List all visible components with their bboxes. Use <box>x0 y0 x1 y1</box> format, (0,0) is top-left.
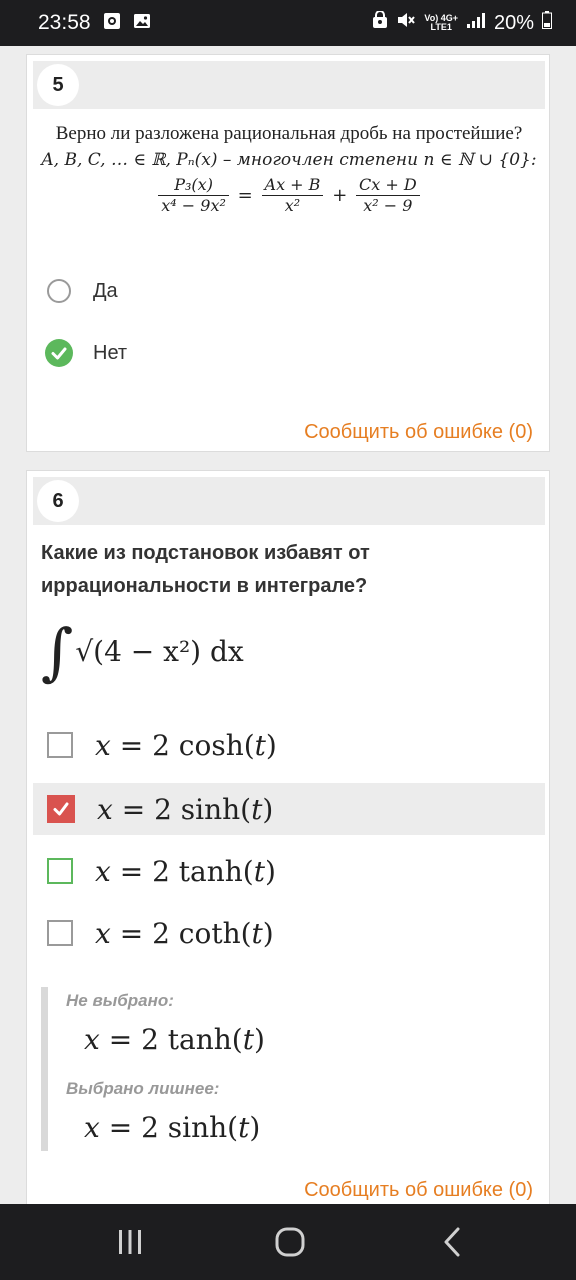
checkbox[interactable] <box>47 920 73 946</box>
network-type: Vo) 4G+ LTE1 <box>424 14 458 32</box>
option-no[interactable]: Нет <box>45 339 127 367</box>
rhs1-denominator: x² <box>284 196 301 215</box>
network-bottom: LTE1 <box>430 22 452 32</box>
question-header: 5 <box>33 61 545 109</box>
paren: ) <box>265 728 277 762</box>
not-selected-label: Не выбрано: <box>66 991 174 1010</box>
image-icon <box>133 12 151 35</box>
variable: x <box>95 728 111 762</box>
navigation-bar <box>0 1204 576 1280</box>
answer-feedback: Не выбрано: x = 2 tanh(t) Выбрано лишнее… <box>41 987 278 1151</box>
lock-icon <box>372 10 388 35</box>
home-icon[interactable] <box>274 1226 306 1263</box>
option-sinh[interactable]: x = 2 sinh(t) <box>33 783 545 835</box>
variable: x <box>95 916 111 950</box>
check-icon <box>53 802 69 816</box>
rhs2-denominator: x² − 9 <box>363 196 413 215</box>
equals-sign: = <box>237 184 253 206</box>
argument: t <box>251 916 263 950</box>
question-number: 5 <box>37 64 79 106</box>
radio-button[interactable] <box>47 279 71 303</box>
argument: t <box>242 1023 254 1056</box>
option-formula: x = 2 tanh(t) <box>95 855 276 888</box>
argument: t <box>238 1111 250 1144</box>
argument: t <box>253 854 265 888</box>
formula-rhs: = 2 sinh( <box>121 792 252 826</box>
option-tanh[interactable]: x = 2 tanh(t) <box>33 845 545 897</box>
lhs-fraction: P₃(x) x⁴ − 9x² <box>158 175 229 216</box>
radio-button-checked[interactable] <box>45 339 73 367</box>
back-icon[interactable] <box>438 1226 466 1263</box>
rhs-fraction-2: Cx + D x² − 9 <box>356 175 420 216</box>
status-bar: 23:58 Vo) 4G+ LTE1 20% <box>0 0 576 46</box>
formula-rhs: = 2 cosh( <box>119 728 255 762</box>
mute-icon <box>396 11 416 35</box>
formula-rhs: = 2 tanh( <box>108 1023 243 1056</box>
plus-sign: + <box>332 184 348 206</box>
option-formula: x = 2 sinh(t) <box>97 793 273 826</box>
formula-rhs: = 2 coth( <box>119 916 252 950</box>
variable: x <box>84 1111 100 1144</box>
paren: ) <box>262 792 274 826</box>
lhs-denominator: x⁴ − 9x² <box>161 196 226 215</box>
rhs1-numerator: Ax + B <box>264 175 321 194</box>
variable: x <box>95 854 111 888</box>
option-yes[interactable]: Да <box>47 279 118 303</box>
check-icon <box>51 347 67 360</box>
checkbox[interactable] <box>47 732 73 758</box>
report-error-link[interactable]: Сообщить об ошибке (0) <box>304 421 533 444</box>
integral-sign: ∫ <box>41 614 74 688</box>
question-text: Верно ли разложена рациональная дробь на… <box>27 121 551 216</box>
integrand: √(4 − x²) dx <box>75 634 244 668</box>
question-card-6: 6 Какие из подстановок избавят от ирраци… <box>26 470 550 1204</box>
integral-expression: ∫ √(4 − x²) dx <box>41 611 244 691</box>
camera-icon <box>103 12 121 35</box>
option-label: Да <box>93 279 118 302</box>
rhs-fraction-1: Ax + B x² <box>261 175 324 216</box>
lhs-numerator: P₃(x) <box>174 175 213 194</box>
variable: x <box>97 792 113 826</box>
option-formula: x = 2 cosh(t) <box>95 729 277 762</box>
paren: ) <box>253 1023 265 1056</box>
not-selected-formula: x = 2 tanh(t) <box>84 1023 265 1056</box>
clock: 23:58 <box>38 11 91 34</box>
argument: t <box>251 792 263 826</box>
battery-icon <box>542 11 552 35</box>
question-text: Какие из подстановок избавят от иррацион… <box>41 542 370 597</box>
paren: ) <box>249 1111 261 1144</box>
question-number: 6 <box>37 480 79 522</box>
question-condition: A, B, C, … ∈ ℝ, Pₙ(x) – многочлен степен… <box>41 150 537 170</box>
question-card-5: 5 Верно ли разложена рациональная дробь … <box>26 54 550 452</box>
checkbox-checked-wrong[interactable] <box>47 795 75 823</box>
formula-rhs: = 2 tanh( <box>119 854 254 888</box>
variable: x <box>84 1023 100 1056</box>
quiz-content: 5 Верно ли разложена рациональная дробь … <box>0 46 576 1204</box>
option-label: Нет <box>93 341 128 364</box>
option-coth[interactable]: x = 2 coth(t) <box>33 907 545 959</box>
paren: ) <box>264 854 276 888</box>
question-prompt: Верно ли разложена рациональная дробь на… <box>55 123 523 144</box>
option-cosh[interactable]: x = 2 cosh(t) <box>33 719 545 771</box>
option-formula: x = 2 coth(t) <box>95 917 274 950</box>
checkbox-correct-missed[interactable] <box>47 858 73 884</box>
formula-rhs: = 2 sinh( <box>108 1111 239 1144</box>
question-header: 6 <box>33 477 545 525</box>
rhs2-numerator: Cx + D <box>359 175 417 194</box>
extra-selected-label: Выбрано лишнее: <box>66 1079 220 1098</box>
extra-selected-formula: x = 2 sinh(t) <box>84 1111 260 1144</box>
argument: t <box>254 728 266 762</box>
signal-icon <box>466 11 486 35</box>
decomposition-formula: P₃(x) x⁴ − 9x² = Ax + B x² + Cx + D x² −… <box>27 175 551 216</box>
report-error-link[interactable]: Сообщить об ошибке (0) <box>304 1179 533 1202</box>
recent-apps-icon[interactable] <box>116 1228 144 1261</box>
paren: ) <box>262 916 274 950</box>
battery-percent: 20% <box>493 11 534 34</box>
